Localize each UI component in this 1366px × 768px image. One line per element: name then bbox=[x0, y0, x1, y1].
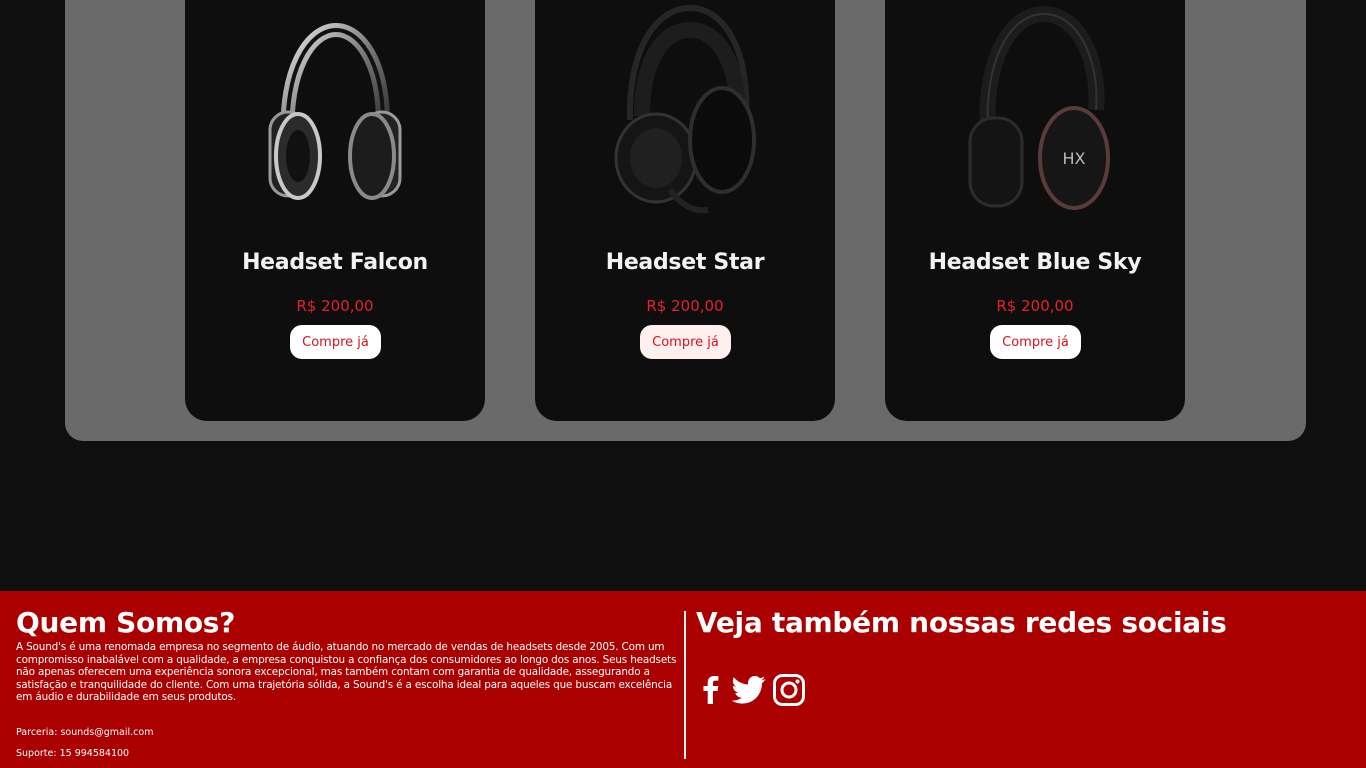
social-title: Veja também nossas redes sociais bbox=[696, 606, 1227, 639]
buy-button[interactable]: Compre já bbox=[640, 325, 731, 359]
product-price: R$ 200,00 bbox=[646, 297, 724, 315]
product-price: R$ 200,00 bbox=[296, 297, 374, 315]
twitter-icon[interactable] bbox=[732, 675, 766, 705]
instagram-icon[interactable] bbox=[772, 673, 806, 707]
about-text: A Sound's é uma renomada empresa no segm… bbox=[16, 641, 677, 703]
buy-button[interactable]: Compre já bbox=[290, 325, 381, 359]
about-title: Quem Somos? bbox=[16, 606, 236, 639]
headset-blue-sky-image: HX bbox=[968, 5, 1110, 210]
social-section: Veja também nossas redes sociais bbox=[696, 606, 1227, 706]
product-name: Headset Blue Sky bbox=[928, 250, 1142, 275]
buy-button[interactable]: Compre já bbox=[990, 325, 1081, 359]
product-price: R$ 200,00 bbox=[996, 297, 1074, 315]
about-section: Quem Somos? A Sound's é uma renomada emp… bbox=[16, 607, 682, 704]
partner-contact: Parceria: sounds@gmail.com bbox=[16, 727, 154, 738]
facebook-icon[interactable] bbox=[696, 674, 726, 706]
svg-text:HX: HX bbox=[1063, 149, 1086, 168]
products-panel: Headset Falcon R$ 200,00 Compre já Heads… bbox=[65, 0, 1306, 441]
product-name: Headset Falcon bbox=[242, 250, 428, 275]
product-card: Headset Star R$ 200,00 Compre já bbox=[535, 0, 835, 421]
headset-falcon-image bbox=[268, 22, 402, 200]
footer: Quem Somos? A Sound's é uma renomada emp… bbox=[0, 591, 1366, 768]
product-name: Headset Star bbox=[605, 250, 765, 275]
footer-divider bbox=[684, 611, 686, 759]
support-contact: Suporte: 15 994584100 bbox=[16, 748, 130, 759]
product-card: HX Headset Blue Sky R$ 200,00 Compre já bbox=[885, 0, 1185, 421]
headset-star-image bbox=[614, 4, 756, 214]
social-icons bbox=[696, 673, 806, 707]
product-card: Headset Falcon R$ 200,00 Compre já bbox=[185, 0, 485, 421]
